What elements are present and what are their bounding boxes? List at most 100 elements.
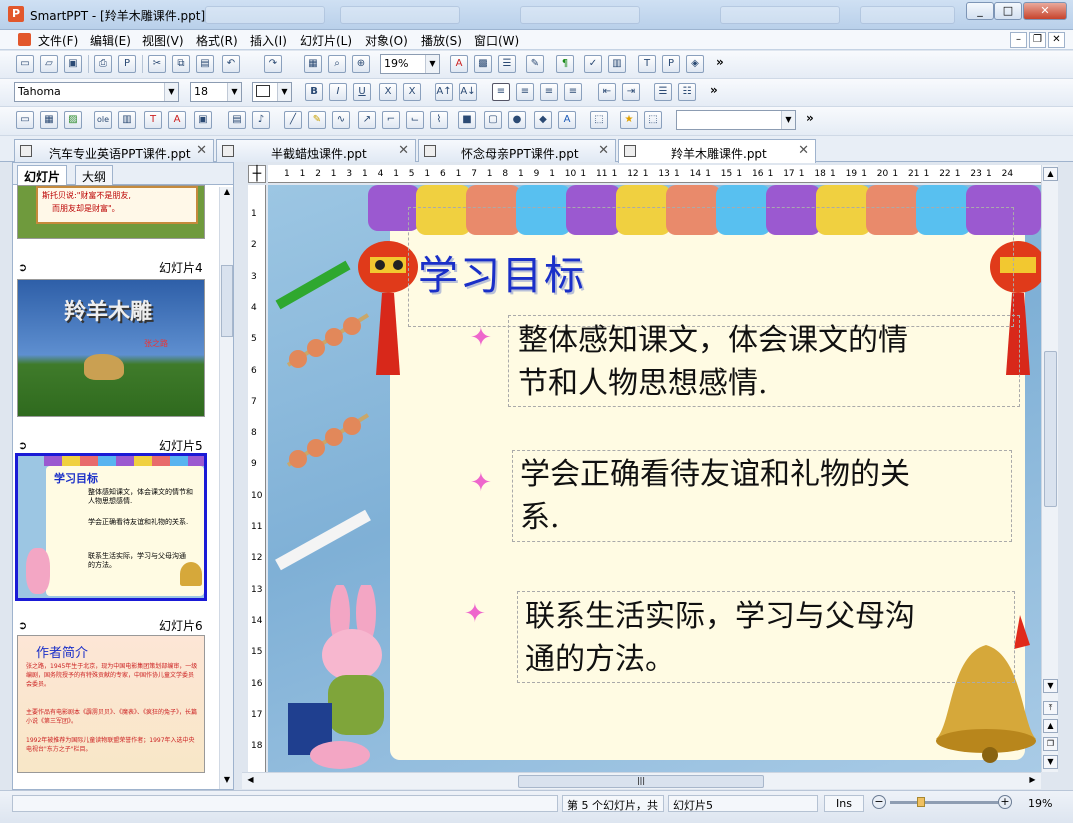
horizontal-scrollbar[interactable]: ◀ ||| ▶ — [242, 772, 1041, 789]
slide-title[interactable]: 学习目标 — [418, 243, 586, 301]
curve-icon[interactable]: ∿ — [332, 111, 350, 129]
italic-icon[interactable]: I — [329, 83, 347, 101]
numbered-list-icon[interactable]: ☷ — [678, 83, 696, 101]
close-tab-icon[interactable]: ✕ — [196, 143, 207, 158]
scrollbar-thumb[interactable] — [1044, 351, 1057, 507]
undo-icon[interactable]: ↶ — [222, 55, 240, 73]
rounded-rect-icon[interactable]: ▢ — [484, 111, 502, 129]
bullet-list-icon[interactable]: ☰ — [654, 83, 672, 101]
menu-view[interactable]: 视图(V) — [142, 32, 184, 49]
copy-icon[interactable]: ⧉ — [172, 55, 190, 73]
menu-edit[interactable]: 编辑(E) — [90, 32, 131, 49]
align-right-icon[interactable]: ≡ — [540, 83, 558, 101]
cut-icon[interactable]: ✂ — [148, 55, 166, 73]
list-icon[interactable]: ☰ — [498, 55, 516, 73]
frame-icon[interactable]: ▣ — [194, 111, 212, 129]
sound-icon[interactable]: ♪ — [252, 111, 270, 129]
align-center-icon[interactable]: ≡ — [516, 83, 534, 101]
table-icon[interactable]: ▦ — [304, 55, 322, 73]
table-insert-icon[interactable]: ▦ — [40, 111, 58, 129]
select-icon[interactable]: ⬚ — [644, 111, 662, 129]
toolbar-overflow-icon[interactable]: » — [716, 55, 724, 69]
connector-icon[interactable]: ⌐ — [382, 111, 400, 129]
chevron-down-icon[interactable]: ▼ — [1043, 679, 1058, 693]
chevron-down-icon[interactable]: ▼ — [277, 83, 291, 101]
chart-insert-icon[interactable]: ▥ — [118, 111, 136, 129]
menu-slide[interactable]: 幻灯片(L) — [300, 32, 352, 49]
justify-icon[interactable]: ≡ — [564, 83, 582, 101]
wordart-icon[interactable]: T — [144, 111, 162, 129]
bullet-text[interactable]: 联系生活实际，学习与父母沟 — [525, 595, 915, 638]
close-button[interactable]: ✕ — [1023, 2, 1067, 20]
slide-thumbnail[interactable]: 作者简介 张之路，1945年生于北京，现为中国电影集团策划部编审，一级编剧，国务… — [17, 635, 205, 773]
template-icon[interactable]: T — [638, 55, 656, 73]
toolbar-overflow-icon[interactable]: » — [710, 83, 718, 97]
bullet-text[interactable]: 学会正确看待友谊和礼物的关 — [520, 453, 910, 496]
zoom-select[interactable]: 19% ▼ — [380, 54, 440, 74]
shapes-icon[interactable]: ◆ — [534, 111, 552, 129]
chevron-down-icon[interactable]: ▼ — [425, 55, 439, 73]
zoom-slider-thumb[interactable] — [916, 797, 925, 807]
ellipse-icon[interactable]: ● — [508, 111, 526, 129]
zoom-icon[interactable]: ⊕ — [352, 55, 370, 73]
first-slide-icon[interactable]: ⤒ — [1043, 701, 1058, 715]
chart-icon[interactable]: ▥ — [608, 55, 626, 73]
menu-file[interactable]: 文件(F) — [38, 32, 78, 49]
font-size-select[interactable]: 18 ▼ — [190, 82, 242, 102]
bullet-text[interactable]: 通的方法。 — [525, 638, 675, 681]
save-icon[interactable]: ▣ — [64, 55, 82, 73]
wordart-style-icon[interactable]: A — [558, 111, 576, 129]
find-icon[interactable]: ⌕ — [328, 55, 346, 73]
outdent-icon[interactable]: ⇤ — [598, 83, 616, 101]
bullet-text[interactable]: 整体感知课文，体会课文的情 — [518, 319, 908, 362]
movie-icon[interactable]: ▤ — [228, 111, 246, 129]
font-name-select[interactable]: Tahoma ▼ — [14, 82, 179, 102]
ppt-icon[interactable]: P — [662, 55, 680, 73]
star-icon[interactable]: ★ — [620, 111, 638, 129]
chevron-down-icon[interactable]: ▼ — [781, 111, 795, 129]
pdf-export-icon[interactable]: P — [118, 55, 136, 73]
panel-scrollbar[interactable]: ▲ ▼ — [219, 187, 233, 789]
chevron-left-icon[interactable]: ◀ — [244, 775, 257, 788]
panel-splitter[interactable] — [236, 162, 242, 790]
curved-connector-icon[interactable]: ⌇ — [430, 111, 448, 129]
border-select[interactable]: ▼ — [252, 82, 292, 102]
chevron-up-icon[interactable]: ▲ — [221, 187, 233, 199]
align-left-icon[interactable]: ≡ — [492, 83, 510, 101]
doc-tab-active[interactable]: 羚羊木雕课件.ppt ✕ — [618, 139, 816, 163]
indent-icon[interactable]: ⇥ — [622, 83, 640, 101]
stack-icon[interactable]: ◈ — [686, 55, 704, 73]
zoom-slider[interactable] — [890, 797, 998, 807]
mdi-close-button[interactable]: ✕ — [1048, 32, 1065, 48]
pencil-icon[interactable]: ✎ — [308, 111, 326, 129]
clear-format-icon[interactable]: X — [403, 83, 421, 101]
menu-insert[interactable]: 插入(I) — [250, 32, 287, 49]
paste-icon[interactable]: ▤ — [196, 55, 214, 73]
line-icon[interactable]: ╱ — [284, 111, 302, 129]
slide-thumbnail[interactable]: 斯托贝说:"财富不是朋友, 而朋友却是财富"。 — [17, 185, 205, 239]
scrollbar-thumb[interactable] — [221, 265, 233, 337]
doc-tab[interactable]: 怀念母亲PPT课件.ppt ✕ — [418, 139, 616, 162]
style-select[interactable]: ▼ — [676, 110, 796, 130]
spell-check-icon[interactable]: ✓ — [584, 55, 602, 73]
menu-format[interactable]: 格式(R) — [196, 32, 238, 49]
close-tab-icon[interactable]: ✕ — [798, 143, 809, 158]
textbox-icon[interactable]: ▭ — [16, 111, 34, 129]
slide-thumbnail-selected[interactable]: 学习目标 整体感知课文，体会课文的情节和人物思想感情. 学会正确看待友谊和礼物的… — [15, 453, 207, 601]
next-slide-icon[interactable]: ▼ — [1043, 755, 1058, 769]
slide-layout-icon[interactable]: ▩ — [474, 55, 492, 73]
menu-window[interactable]: 窗口(W) — [474, 32, 519, 49]
elbow-connector-icon[interactable]: ⌙ — [406, 111, 424, 129]
zoom-in-icon[interactable]: + — [998, 795, 1012, 809]
wordart2-icon[interactable]: A — [168, 111, 186, 129]
chevron-down-icon[interactable]: ▼ — [227, 83, 241, 101]
chevron-up-icon[interactable]: ▲ — [1043, 167, 1058, 181]
vertical-scrollbar[interactable]: ▲ ▼ ⤒ ▲ ❐ ▼ — [1041, 165, 1058, 772]
slide-view-icon[interactable]: ❐ — [1043, 737, 1058, 751]
chevron-down-icon[interactable]: ▼ — [164, 83, 178, 101]
chevron-right-icon[interactable]: ▶ — [1026, 775, 1039, 788]
mdi-minimize-button[interactable]: – — [1010, 32, 1027, 48]
previous-slide-icon[interactable]: ▲ — [1043, 719, 1058, 733]
bullet-text[interactable]: 节和人物思想感情. — [518, 362, 768, 405]
bullet-text[interactable]: 系. — [520, 496, 560, 539]
